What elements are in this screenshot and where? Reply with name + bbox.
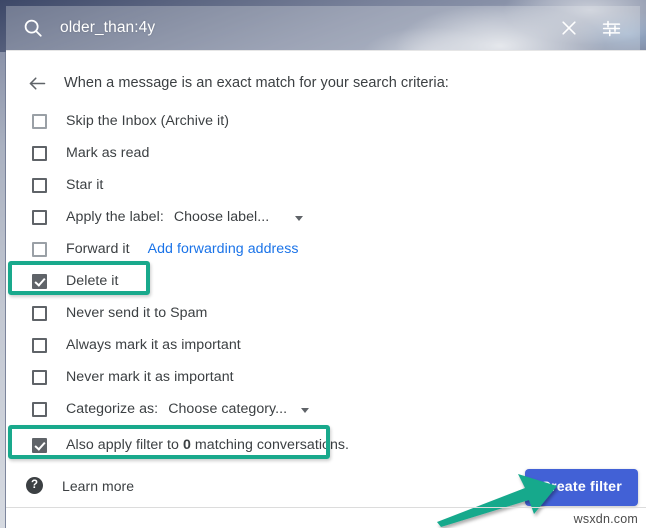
option-star-it[interactable]: Star it bbox=[6, 169, 646, 201]
checkbox-skip-inbox[interactable] bbox=[32, 113, 47, 129]
option-never-important[interactable]: Never mark it as important bbox=[6, 361, 646, 393]
dialog-footer: ? Learn more Create filter bbox=[6, 462, 646, 528]
choose-category-dropdown[interactable]: Choose category... bbox=[168, 401, 310, 417]
option-apply-label[interactable]: Apply the label: Choose label... bbox=[6, 201, 646, 233]
choose-label-value: Choose label... bbox=[173, 209, 270, 225]
option-categorize-as[interactable]: Categorize as: Choose category... bbox=[6, 393, 646, 425]
option-forward-it[interactable]: Forward it Add forwarding address bbox=[6, 233, 646, 265]
watermark: wsxdn.com bbox=[573, 512, 638, 526]
matching-conversations-count: 0 bbox=[182, 437, 191, 453]
checkbox-always-important[interactable] bbox=[32, 337, 47, 353]
search-bar[interactable]: older_than:4y bbox=[6, 6, 640, 50]
checkbox-also-apply-filter[interactable] bbox=[32, 437, 47, 453]
chevron-down-icon bbox=[301, 407, 310, 413]
option-delete-it[interactable]: Delete it bbox=[6, 265, 646, 297]
option-label: Never mark it as important bbox=[66, 369, 234, 385]
option-mark-as-read[interactable]: Mark as read bbox=[6, 137, 646, 169]
choose-category-value: Choose category... bbox=[168, 401, 288, 417]
add-forwarding-address-link[interactable]: Add forwarding address bbox=[148, 241, 299, 257]
create-filter-button[interactable]: Create filter bbox=[524, 469, 638, 506]
choose-label-dropdown[interactable]: Choose label... bbox=[173, 209, 304, 225]
search-input[interactable]: older_than:4y bbox=[60, 19, 548, 37]
page-title: When a message is an exact match for you… bbox=[64, 75, 449, 91]
option-never-spam[interactable]: Never send it to Spam bbox=[6, 297, 646, 329]
option-label: Always mark it as important bbox=[66, 337, 241, 353]
filter-actions-card: When a message is an exact match for you… bbox=[6, 50, 646, 528]
option-label: Mark as read bbox=[66, 145, 150, 161]
footer-divider bbox=[6, 507, 646, 508]
option-label: Delete it bbox=[66, 273, 119, 289]
learn-more-link[interactable]: ? Learn more bbox=[26, 477, 134, 494]
gmail-filter-dialog-screen: older_than:4y When a message is an exact… bbox=[0, 0, 646, 528]
checkbox-never-spam[interactable] bbox=[32, 305, 47, 321]
back-arrow-icon[interactable] bbox=[14, 63, 60, 103]
checkbox-star-it[interactable] bbox=[32, 177, 47, 193]
close-icon[interactable] bbox=[548, 7, 590, 49]
card-top-divider bbox=[6, 50, 646, 51]
help-question-icon: ? bbox=[26, 477, 43, 494]
search-bar-actions bbox=[548, 6, 640, 50]
option-label: Never send it to Spam bbox=[66, 305, 208, 321]
option-label: Apply the label: bbox=[66, 209, 164, 225]
checkbox-apply-label[interactable] bbox=[32, 209, 47, 225]
filter-options-icon[interactable] bbox=[590, 7, 632, 49]
dialog-header: When a message is an exact match for you… bbox=[6, 63, 646, 103]
learn-more-label: Learn more bbox=[62, 477, 135, 494]
option-label: Skip the Inbox (Archive it) bbox=[66, 113, 229, 129]
also-apply-label: Also apply filter to 0 matching conversa… bbox=[66, 437, 349, 453]
checkbox-mark-as-read[interactable] bbox=[32, 145, 47, 161]
option-also-apply-filter[interactable]: Also apply filter to 0 matching conversa… bbox=[6, 425, 646, 465]
checkbox-never-important[interactable] bbox=[32, 369, 47, 385]
checkbox-forward-it[interactable] bbox=[32, 241, 47, 257]
option-skip-inbox[interactable]: Skip the Inbox (Archive it) bbox=[6, 105, 646, 137]
option-label: Forward it bbox=[66, 241, 130, 257]
checkbox-delete-it[interactable] bbox=[32, 273, 47, 289]
checkbox-categorize-as[interactable] bbox=[32, 401, 47, 417]
option-label: Categorize as: bbox=[66, 401, 159, 417]
chevron-down-icon bbox=[295, 215, 304, 221]
filter-actions-list: Skip the Inbox (Archive it) Mark as read… bbox=[6, 105, 646, 465]
also-apply-prefix: Also apply filter to bbox=[66, 437, 183, 453]
option-label: Star it bbox=[66, 177, 104, 193]
also-apply-suffix: matching conversations. bbox=[190, 437, 350, 453]
option-always-important[interactable]: Always mark it as important bbox=[6, 329, 646, 361]
search-icon[interactable] bbox=[6, 6, 60, 50]
